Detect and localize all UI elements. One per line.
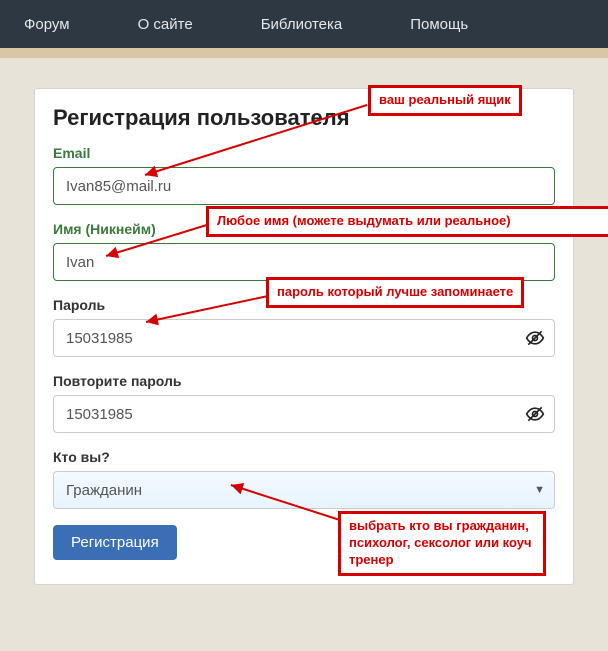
nav-about[interactable]: О сайте	[114, 0, 217, 48]
nav-forum[interactable]: Форум	[0, 0, 94, 48]
eye-off-icon[interactable]	[525, 328, 545, 348]
label-who: Кто вы?	[53, 449, 555, 465]
eye-off-icon[interactable]	[525, 404, 545, 424]
navbar: Форум О сайте Библиотека Помощь	[0, 0, 608, 48]
email-field[interactable]	[53, 167, 555, 205]
annotation-who: выбрать кто вы гражданин, психолог, секс…	[338, 511, 546, 576]
nav-library[interactable]: Библиотека	[237, 0, 367, 48]
nav-help[interactable]: Помощь	[386, 0, 492, 48]
label-repeat-password: Повторите пароль	[53, 373, 555, 389]
label-email: Email	[53, 145, 555, 161]
repeat-password-field[interactable]	[53, 395, 555, 433]
who-select[interactable]: Гражданин	[53, 471, 555, 509]
nickname-field[interactable]	[53, 243, 555, 281]
annotation-email: ваш реальный ящик	[368, 85, 522, 116]
decorative-strip	[0, 48, 608, 58]
register-button[interactable]: Регистрация	[53, 525, 177, 560]
annotation-password: пароль который лучше запоминаете	[266, 277, 524, 308]
password-field[interactable]	[53, 319, 555, 357]
annotation-name: Любое имя (можете выдумать или реальное)	[206, 206, 608, 237]
